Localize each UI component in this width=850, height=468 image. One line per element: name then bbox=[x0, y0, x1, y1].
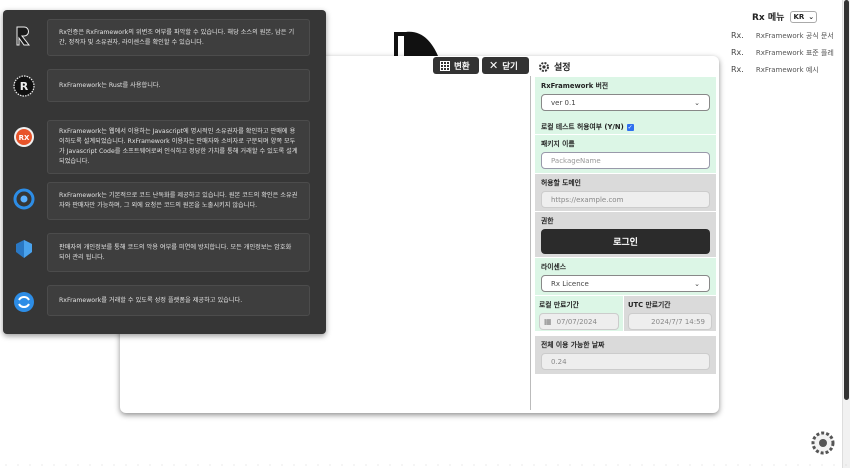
menu-link-key: Rx. bbox=[731, 31, 744, 40]
version-section: RxFramework 버전 ver 0.1 ⌄ bbox=[535, 77, 716, 117]
menu-link-examples[interactable]: Rx. RxFramework 예시 bbox=[731, 61, 834, 78]
info-text: RxFramework는 웹에서 이용하는 Javascript에 명시적인 소… bbox=[47, 120, 310, 174]
local-expiry-input[interactable]: ▦ 07/07/2024 bbox=[539, 313, 619, 330]
shield-icon bbox=[16, 240, 32, 258]
convert-label: 변환 bbox=[454, 61, 470, 72]
menu-link-standard[interactable]: Rx. RxFramework 표준 플레 bbox=[731, 44, 834, 61]
local-test-section: 로컬 테스트 허용여부 (Y/N) ✓ bbox=[535, 117, 716, 134]
domain-label: 허용할 도메인 bbox=[541, 179, 581, 187]
local-expiry-value: 07/07/2024 bbox=[556, 317, 597, 326]
scrollbar-thumb[interactable] bbox=[844, 0, 849, 400]
local-expiry-label: 로컬 만료기간 bbox=[539, 301, 579, 309]
settings-panel: RxFramework 버전 ver 0.1 ⌄ 로컬 테스트 허용여부 (Y/… bbox=[535, 77, 716, 407]
chevron-down-icon: ⌄ bbox=[808, 12, 815, 21]
auth-section: 권한 로그인 bbox=[535, 212, 716, 257]
close-button[interactable]: ✕ 닫기 bbox=[482, 57, 529, 74]
close-label: 닫기 bbox=[502, 61, 518, 72]
info-text: 판매자의 개인정보를 통해 코드의 악용 여부를 미연에 방지합니다. 모든 개… bbox=[47, 233, 310, 272]
auth-label: 권한 bbox=[541, 217, 554, 225]
settings-header: 설정 bbox=[538, 60, 571, 73]
convert-button[interactable]: 변환 bbox=[433, 57, 479, 74]
domain-section: 허용할 도메인 https://example.com bbox=[535, 174, 716, 211]
license-select[interactable]: Rx Licence ⌄ bbox=[541, 275, 710, 292]
utc-expiry-value: 2024/7/7 14:59 bbox=[651, 317, 705, 326]
license-section: 라이센스 Rx Licence ⌄ bbox=[535, 258, 716, 295]
version-select[interactable]: ver 0.1 ⌄ bbox=[541, 94, 710, 111]
svg-text:RX: RX bbox=[19, 134, 30, 142]
menu-link-docs[interactable]: Rx. RxFramework 공식 문서 bbox=[731, 27, 834, 44]
info-text: RxFramework를 거래할 수 있도록 성정 플랫폼을 제공하고 있습니다… bbox=[47, 285, 310, 316]
close-icon: ✕ bbox=[489, 59, 499, 72]
menu-link-label: RxFramework 공식 문서 bbox=[755, 31, 834, 40]
platform-icon bbox=[14, 292, 34, 312]
rx-logo-icon bbox=[16, 26, 31, 46]
menu-link-key: Rx. bbox=[731, 65, 744, 74]
login-button[interactable]: 로그인 bbox=[541, 229, 710, 254]
utc-expiry-label: UTC 만료기간 bbox=[628, 301, 671, 309]
info-text: RxFramework는 기본적으로 코드 난독화를 제공하고 있습니다. 원본… bbox=[47, 182, 310, 220]
svg-text:R: R bbox=[20, 80, 29, 93]
login-label: 로그인 bbox=[613, 238, 638, 248]
rust-icon: R bbox=[13, 75, 35, 97]
info-text: Rx인증은 RxFramework의 위변조 여부를 파악할 수 있습니다. 해… bbox=[47, 19, 310, 56]
settings-gear-icon[interactable] bbox=[810, 430, 836, 456]
rx-menu-links: Rx. RxFramework 공식 문서 Rx. RxFramework 표준… bbox=[731, 27, 834, 78]
total-days-input[interactable]: 0.24 bbox=[541, 353, 710, 370]
total-days-label: 전체 이용 가능한 날짜 bbox=[541, 341, 605, 349]
utc-expiry-group: UTC 만료기간 2024/7/7 14:59 bbox=[624, 296, 716, 331]
rx-menu: Rx 메뉴 KR ⌄ bbox=[752, 10, 842, 23]
expiry-section: 로컬 만료기간 ▦ 07/07/2024 UTC 만료기간 2024/7/7 1… bbox=[535, 296, 716, 334]
obfuscate-icon bbox=[13, 188, 35, 210]
menu-link-label: RxFramework 예시 bbox=[755, 65, 819, 74]
license-value: Rx Licence bbox=[551, 279, 589, 288]
settings-gear-icon bbox=[539, 61, 549, 72]
version-label: RxFramework 버전 bbox=[541, 82, 609, 90]
language-value: KR bbox=[793, 12, 805, 21]
chevron-down-icon: ⌄ bbox=[694, 98, 700, 107]
chevron-down-icon: ⌄ bbox=[694, 279, 700, 288]
package-input[interactable]: PackageName bbox=[541, 152, 710, 169]
package-section: 패키지 이름 PackageName bbox=[535, 135, 716, 173]
grid-icon bbox=[440, 60, 450, 71]
version-value: ver 0.1 bbox=[551, 98, 576, 107]
utc-expiry-input[interactable]: 2024/7/7 14:59 bbox=[628, 313, 712, 330]
page: Rx 메뉴 KR ⌄ Rx. RxFramework 공식 문서 Rx. RxF… bbox=[0, 0, 850, 468]
menu-link-key: Rx. bbox=[731, 48, 744, 57]
scrollbar[interactable] bbox=[842, 0, 850, 468]
settings-title: 설정 bbox=[554, 63, 571, 73]
rx-menu-title: Rx 메뉴 bbox=[752, 13, 785, 23]
total-days-section: 전체 이용 가능한 날짜 0.24 bbox=[535, 336, 716, 374]
license-label: 라이센스 bbox=[541, 263, 567, 271]
total-days-value: 0.24 bbox=[551, 357, 567, 366]
info-overlay: Rx인증은 RxFramework의 위변조 여부를 파악할 수 있습니다. 해… bbox=[3, 10, 326, 334]
info-text: RxFramework는 Rust를 사용합니다. bbox=[47, 69, 310, 102]
local-test-label: 로컬 테스트 허용여부 (Y/N) bbox=[541, 123, 624, 131]
rx-badge-icon: RX bbox=[14, 127, 34, 147]
domain-placeholder: https://example.com bbox=[551, 195, 624, 204]
local-expiry-group: 로컬 만료기간 ▦ 07/07/2024 bbox=[535, 296, 623, 331]
bottom-decoration bbox=[0, 462, 850, 468]
domain-input[interactable]: https://example.com bbox=[541, 191, 710, 208]
language-select[interactable]: KR ⌄ bbox=[790, 10, 818, 23]
package-placeholder: PackageName bbox=[551, 156, 601, 165]
local-test-checkbox[interactable]: ✓ bbox=[626, 123, 634, 131]
package-label: 패키지 이름 bbox=[541, 140, 575, 148]
calendar-icon: ▦ bbox=[544, 317, 552, 326]
menu-link-label: RxFramework 표준 플레 bbox=[755, 48, 834, 57]
